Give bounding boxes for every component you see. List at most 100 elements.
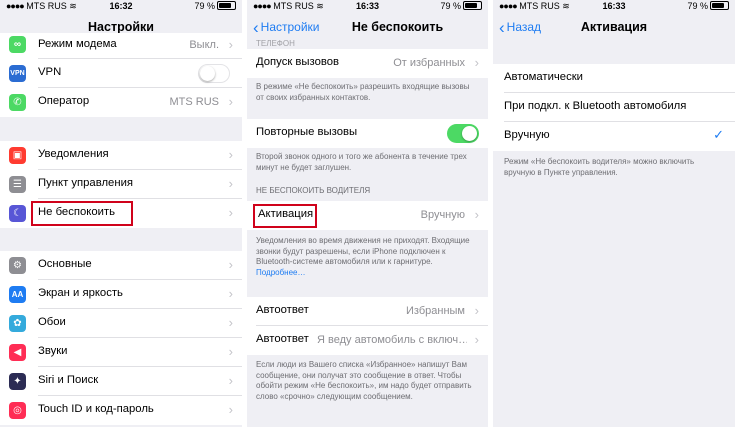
option-bluetooth[interactable]: При подкл. к Bluetooth автомобиля [493, 93, 735, 122]
chevron-right-icon: › [228, 205, 233, 220]
phone-icon: ✆ [9, 94, 26, 111]
settings-item-general[interactable]: ⚙ Основные › [0, 251, 242, 280]
settings-item-sounds[interactable]: ◀ Звуки › [0, 338, 242, 367]
highlight-box [253, 204, 317, 228]
settings-item-hotspot[interactable]: ∞ Режим модема Выкл. › [0, 33, 242, 59]
chain-icon: ∞ [9, 36, 26, 53]
page-title: Не беспокоить [351, 20, 444, 34]
battery-icon [710, 1, 729, 10]
battery-icon [463, 1, 482, 10]
option-label: Автоматически [504, 71, 583, 83]
chevron-right-icon: › [228, 402, 233, 417]
settings-item-touch-id[interactable]: ◎ Touch ID и код-пароль › [0, 396, 242, 425]
option-label: Вручную [504, 129, 550, 141]
gear-icon: ⚙ [9, 257, 26, 274]
status-battery: 79 % [687, 1, 729, 11]
autoreply-row[interactable]: Автоответ Я веду автомобиль с включ… › [247, 326, 488, 355]
section-header-driving: НЕ БЕСПОКОИТЬ ВОДИТЕЛЯ [256, 186, 371, 195]
wallpaper-icon: ✿ [9, 315, 26, 332]
settings-item-label: Touch ID и код-пароль [38, 403, 154, 415]
display-brightness-icon: AA [9, 286, 26, 303]
chevron-right-icon: › [228, 94, 233, 109]
chevron-left-icon: ‹ [253, 18, 259, 37]
settings-item-label: VPN [38, 66, 62, 78]
page-title: Активация [580, 20, 648, 34]
status-battery: 79 % [194, 1, 236, 11]
row-label: Автоответ [256, 333, 309, 345]
row-value: От избранных [393, 57, 465, 69]
more-link[interactable]: Подробнее… [256, 268, 306, 277]
status-bar: ●●●● MTS RUS ≋ 16:33 79 % [493, 0, 735, 13]
row-value: Избранным [406, 305, 465, 317]
chevron-right-icon: › [228, 373, 233, 388]
chevron-right-icon: › [228, 257, 233, 272]
vpn-icon: VPN [9, 65, 26, 82]
status-battery: 79 % [440, 1, 482, 11]
chevron-right-icon: › [474, 55, 479, 70]
activation-note: Уведомления во время движения не приходя… [256, 236, 478, 278]
autoreply-to-row[interactable]: Автоответ Избранным › [247, 297, 488, 326]
battery-icon [217, 1, 236, 10]
option-manual[interactable]: Вручную ✓ [493, 122, 735, 151]
settings-item-siri[interactable]: ✦ Siri и Поиск › [0, 367, 242, 396]
settings-item-label: Обои [38, 316, 66, 328]
settings-item-label: Пункт управления [38, 177, 134, 189]
battery-percent: 79 % [440, 1, 461, 11]
autoreply-note: Если люди из Вашего списка «Избранное» н… [256, 360, 472, 401]
screenshot-composite: ●●●● MTS RUS ≋ 16:32 79 % Настройки ∞ Ре… [0, 0, 735, 427]
repeated-calls-row[interactable]: Повторные вызовы [247, 119, 488, 148]
battery-percent: 79 % [687, 1, 708, 11]
notifications-icon: ▣ [9, 147, 26, 164]
chevron-right-icon: › [474, 303, 479, 318]
repeated-calls-toggle[interactable] [447, 124, 479, 143]
settings-item-carrier[interactable]: ✆ Оператор MTS RUS › [0, 88, 242, 117]
status-bar: ●●●● MTS RUS ≋ 16:33 79 % [247, 0, 488, 13]
nav-bar: ‹ Назад Активация [493, 13, 735, 43]
row-label: Автоответ [256, 304, 309, 316]
fingerprint-icon: ◎ [9, 402, 26, 419]
settings-item-value: MTS RUS [169, 96, 220, 108]
row-value: Я веду автомобиль с включ… [317, 334, 467, 346]
chevron-right-icon: › [228, 315, 233, 330]
battery-percent: 79 % [194, 1, 215, 11]
settings-item-display[interactable]: AA Экран и яркость › [0, 280, 242, 309]
allow-calls-row[interactable]: Допуск вызовов От избранных › [247, 49, 488, 78]
settings-item-control-center[interactable]: ☰ Пункт управления › [0, 170, 242, 199]
status-bar: ●●●● MTS RUS ≋ 16:32 79 % [0, 0, 242, 13]
section-header-phone: ТЕЛЕФОН [256, 39, 295, 48]
settings-item-wallpaper[interactable]: ✿ Обои › [0, 309, 242, 338]
sound-icon: ◀ [9, 344, 26, 361]
moon-icon: ☾ [9, 205, 26, 222]
chevron-right-icon: › [474, 207, 479, 222]
settings-item-value: Выкл. [189, 39, 219, 51]
checkmark-icon: ✓ [713, 127, 724, 142]
chevron-right-icon: › [228, 286, 233, 301]
activation-note: Режим «Не беспокоить водителя» можно вкл… [504, 157, 695, 177]
page-title: Настройки [88, 20, 154, 34]
activation-screen: ●●●● MTS RUS ≋ 16:33 79 % ‹ Назад Активац… [493, 0, 735, 427]
settings-item-label: Оператор [38, 95, 90, 107]
activation-note-text: Уведомления во время движения не приходя… [256, 236, 470, 266]
chevron-right-icon: › [228, 176, 233, 191]
chevron-right-icon: › [228, 147, 233, 162]
repeated-calls-note: Второй звонок одного и того же абонента … [256, 152, 467, 172]
highlight-box [31, 201, 133, 226]
settings-item-label: Основные [38, 258, 92, 270]
settings-item-vpn[interactable]: VPN VPN [0, 59, 242, 88]
settings-item-label: Режим модема [38, 38, 117, 50]
vpn-toggle[interactable] [198, 64, 230, 83]
settings-item-label: Экран и яркость [38, 287, 123, 299]
settings-item-label: Звуки [38, 345, 68, 357]
chevron-right-icon: › [474, 332, 479, 347]
siri-icon: ✦ [9, 373, 26, 390]
row-label: Допуск вызовов [256, 56, 340, 68]
settings-item-notifications[interactable]: ▣ Уведомления › [0, 141, 242, 170]
chevron-right-icon: › [228, 344, 233, 359]
row-label: Повторные вызовы [256, 126, 358, 138]
option-automatic[interactable]: Автоматически [493, 64, 735, 93]
allow-calls-note: В режиме «Не беспокоить» разрешить входя… [256, 82, 470, 102]
option-label: При подкл. к Bluetooth автомобиля [504, 100, 687, 112]
settings-screen: ●●●● MTS RUS ≋ 16:32 79 % Настройки ∞ Ре… [0, 0, 242, 427]
chevron-right-icon: › [228, 37, 233, 52]
settings-item-label: Siri и Поиск [38, 374, 99, 386]
